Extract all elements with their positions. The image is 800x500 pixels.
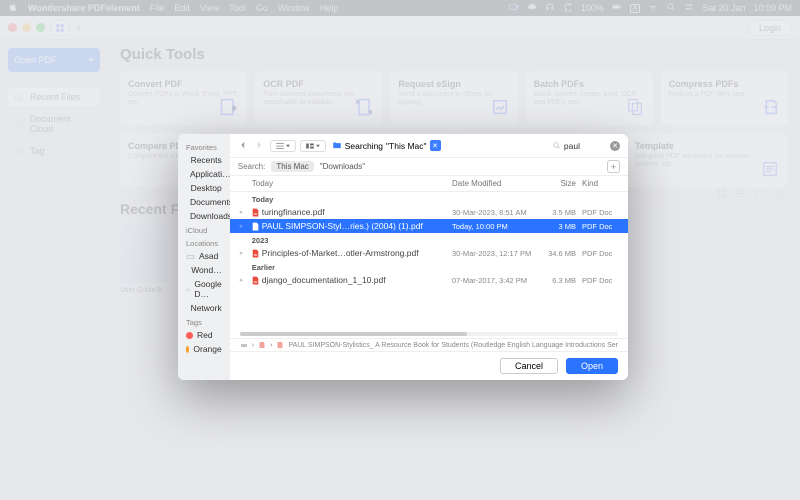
search-field[interactable]: paul ✕ xyxy=(552,141,620,151)
sidebar-tag[interactable]: Orange xyxy=(178,342,230,356)
tags-header: Tags xyxy=(178,315,230,328)
search-value: paul xyxy=(564,141,580,151)
file-group-header: Today xyxy=(230,192,628,205)
favorites-header: Favorites xyxy=(178,140,230,153)
icloud-header: iCloud xyxy=(178,223,230,236)
file-row[interactable]: ▸turingfinance.pdf30-Mar-2023, 8:51 AM3.… xyxy=(230,205,628,219)
sidebar-location[interactable]: Google D… xyxy=(178,277,230,301)
sidebar-favorite[interactable]: Documents xyxy=(178,195,230,209)
sidebar-tag[interactable]: Red xyxy=(178,328,230,342)
file-group-header: Earlier xyxy=(230,260,628,273)
back-button[interactable] xyxy=(238,137,248,155)
file-row[interactable]: ▸django_documentation_1_10.pdf07-Mar-201… xyxy=(230,273,628,287)
sidebar-location[interactable]: Wond… xyxy=(178,263,230,277)
clear-search-button[interactable]: ✕ xyxy=(610,141,620,151)
clear-search-location[interactable]: ✕ xyxy=(430,140,441,151)
dialog-buttons: Cancel Open xyxy=(230,351,628,380)
horizontal-scrollbar[interactable] xyxy=(240,332,618,336)
sidebar-location[interactable]: Asad xyxy=(178,249,230,263)
location-crumb[interactable]: Searching "This Mac" ✕ xyxy=(332,140,441,152)
cancel-button[interactable]: Cancel xyxy=(500,358,558,374)
add-scope-button[interactable]: + xyxy=(607,160,620,173)
search-scope-bar: Search: This Mac "Downloads" + xyxy=(230,158,628,176)
dialog-toolbar: Searching "This Mac" ✕ paul ✕ xyxy=(230,134,628,158)
column-headers[interactable]: Today Date Modified Size Kind xyxy=(230,176,628,192)
open-button[interactable]: Open xyxy=(566,358,618,374)
forward-button[interactable] xyxy=(254,137,264,155)
file-open-dialog: Favorites RecentsApplicati…DesktopDocume… xyxy=(178,134,628,380)
sidebar-favorite[interactable]: Downloads xyxy=(178,209,230,223)
path-bar[interactable]: › › PAUL SIMPSON-Stylistics_ A Resource … xyxy=(230,338,628,351)
sidebar-favorite[interactable]: Recents xyxy=(178,153,230,167)
list-view-button[interactable] xyxy=(270,140,296,152)
file-row[interactable]: ▸PAUL SIMPSON-Styl…ries.) (2004) (1).pdf… xyxy=(230,219,628,233)
sidebar-location[interactable]: Network xyxy=(178,301,230,315)
scope-downloads[interactable]: "Downloads" xyxy=(320,162,365,171)
sidebar-favorite[interactable]: Desktop xyxy=(178,181,230,195)
dialog-sidebar: Favorites RecentsApplicati…DesktopDocume… xyxy=(178,134,230,380)
file-row[interactable]: ▸Principles-of-Market…otler-Armstrong.pd… xyxy=(230,246,628,260)
folder-icon xyxy=(332,140,342,152)
file-group-header: 2023 xyxy=(230,233,628,246)
sidebar-favorite[interactable]: Applicati… xyxy=(178,167,230,181)
locations-header: Locations xyxy=(178,236,230,249)
file-list: Today▸turingfinance.pdf30-Mar-2023, 8:51… xyxy=(230,192,628,330)
scope-this-mac[interactable]: This Mac xyxy=(271,161,313,172)
group-view-button[interactable] xyxy=(300,140,326,152)
